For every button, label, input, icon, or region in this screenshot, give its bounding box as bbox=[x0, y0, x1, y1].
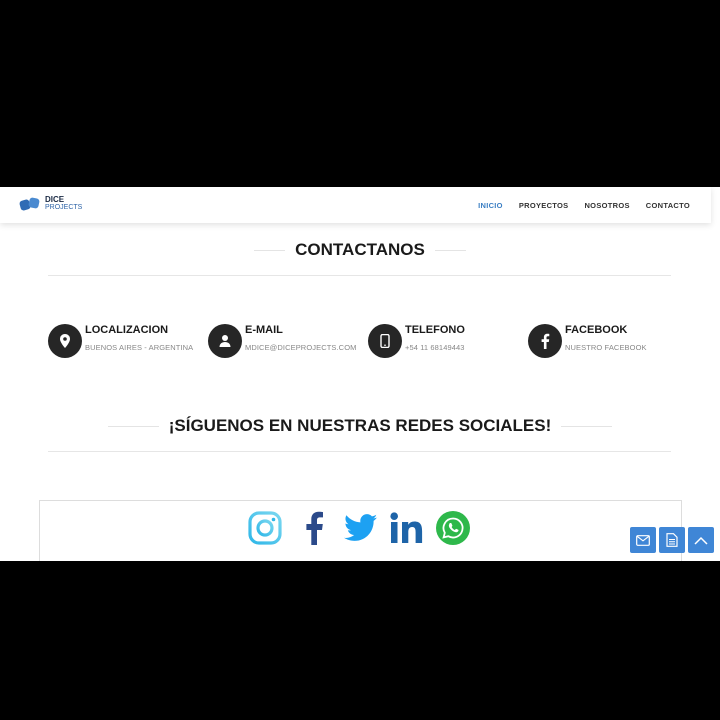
main-nav: INICIO PROYECTOS NOSOTROS CONTACTO bbox=[478, 201, 690, 210]
nav-proyectos[interactable]: PROYECTOS bbox=[519, 201, 569, 210]
user-icon bbox=[208, 324, 242, 358]
brand-line1: DICE bbox=[45, 195, 65, 204]
nav-nosotros[interactable]: NOSOTROS bbox=[584, 201, 629, 210]
contact-location: LOCALIZACION BUENOS AIRES - ARGENTINA bbox=[48, 324, 193, 358]
brand-line2: PROJECTS bbox=[45, 204, 83, 211]
navbar: DICE PROJECTS INICIO PROYECTOS NOSOTROS … bbox=[0, 187, 711, 223]
divider bbox=[48, 451, 671, 452]
social-section-title: ¡SÍGUENOS EN NUESTRAS REDES SOCIALES! bbox=[0, 416, 720, 436]
browser-viewport: DICE PROJECTS INICIO PROYECTOS NOSOTROS … bbox=[0, 187, 720, 561]
floating-action-buttons bbox=[630, 527, 714, 553]
facebook-icon[interactable] bbox=[304, 511, 324, 545]
mail-icon[interactable] bbox=[630, 527, 656, 553]
document-icon[interactable] bbox=[659, 527, 685, 553]
location-pin-icon bbox=[48, 324, 82, 358]
whatsapp-icon[interactable] bbox=[436, 511, 470, 545]
divider bbox=[48, 275, 671, 276]
contact-facebook-title: FACEBOOK bbox=[565, 324, 628, 336]
nav-contacto[interactable]: CONTACTO bbox=[646, 201, 690, 210]
linkedin-icon[interactable] bbox=[390, 512, 424, 544]
social-icons-row bbox=[248, 511, 470, 545]
dice-logo-icon bbox=[18, 195, 42, 213]
contact-email: E-MAIL MDICE@DICEPROJECTS.COM bbox=[208, 324, 357, 358]
phone-icon bbox=[368, 324, 402, 358]
contact-facebook-link[interactable]: NUESTRO FACEBOOK bbox=[565, 343, 647, 352]
contact-section-title: CONTACTANOS bbox=[0, 240, 720, 260]
social-title-text: ¡SÍGUENOS EN NUESTRAS REDES SOCIALES! bbox=[158, 416, 562, 435]
twitter-icon[interactable] bbox=[344, 514, 378, 542]
instagram-icon[interactable] bbox=[248, 511, 282, 545]
contact-location-title: LOCALIZACION bbox=[85, 324, 169, 336]
contact-facebook: FACEBOOK NUESTRO FACEBOOK bbox=[528, 324, 647, 358]
contact-location-value: BUENOS AIRES - ARGENTINA bbox=[85, 343, 194, 352]
facebook-icon bbox=[528, 324, 562, 358]
contact-email-title: E-MAIL bbox=[245, 324, 283, 336]
contact-phone: TELEFONO +54 11 68149443 bbox=[368, 324, 465, 358]
chevron-up-icon[interactable] bbox=[688, 527, 714, 553]
brand-logo[interactable]: DICE PROJECTS bbox=[18, 195, 83, 213]
contact-phone-title: TELEFONO bbox=[405, 324, 465, 336]
contact-email-value[interactable]: MDICE@DICEPROJECTS.COM bbox=[245, 343, 357, 352]
nav-inicio[interactable]: INICIO bbox=[478, 201, 503, 210]
contact-title-text: CONTACTANOS bbox=[285, 240, 435, 259]
contact-phone-value[interactable]: +54 11 68149443 bbox=[405, 343, 465, 352]
